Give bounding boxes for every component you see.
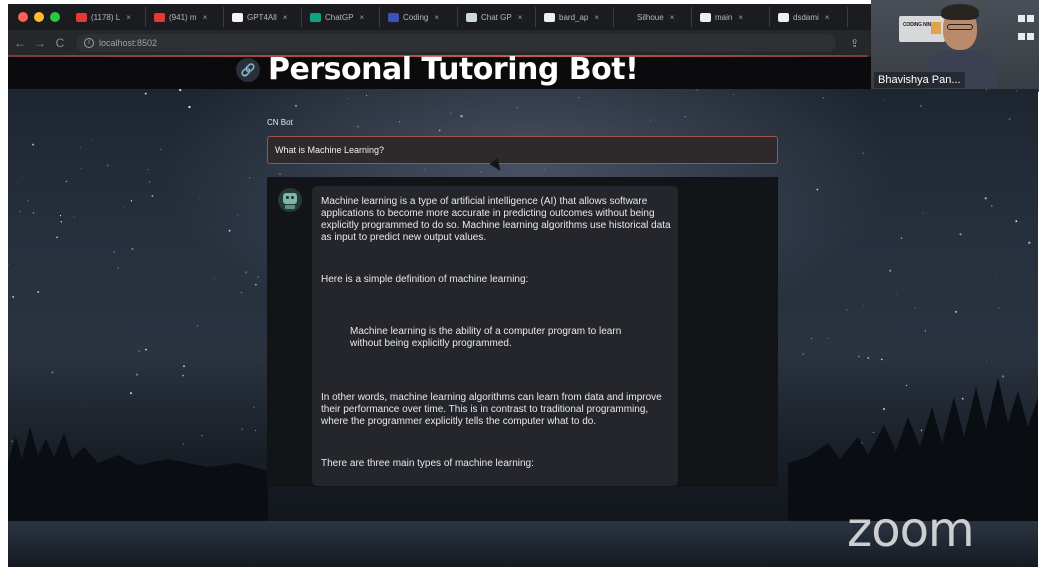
response-quote: Machine learning is the ability of a com… [350, 326, 622, 349]
tab-title: (1178) L [91, 12, 121, 22]
screen-frame: (1178) L × (941) m × GPT4All × ChatGP × Coding × C… [0, 0, 1039, 572]
tab-favicon-icon [466, 12, 477, 22]
reload-icon[interactable]: C [52, 36, 68, 50]
tab-title: ChatGP [325, 12, 354, 22]
tab-favicon-icon [154, 12, 165, 22]
browser-tab[interactable]: main × [694, 7, 770, 27]
tab-close-icon[interactable]: × [283, 13, 288, 22]
gallery-view-icon[interactable] [1017, 10, 1035, 40]
participant-name: Bhavishya Pan... [874, 72, 965, 88]
tab-close-icon[interactable]: × [434, 13, 439, 22]
browser-tab[interactable]: (941) m × [148, 7, 224, 27]
tab-favicon-icon [388, 12, 399, 22]
tab-list: (1178) L × (941) m × GPT4All × ChatGP × Coding × C… [70, 7, 850, 27]
close-window-button[interactable] [18, 12, 28, 22]
video-overlay: CODING NINJAS Bhavishya Pan... [871, 0, 1039, 92]
robot-icon [283, 193, 297, 204]
tab-close-icon[interactable]: × [825, 13, 830, 22]
browser-tab[interactable]: Chat GP × [460, 7, 536, 27]
window-controls [8, 12, 70, 22]
participant-glasses [947, 24, 973, 30]
browser-tab[interactable]: bard_ap × [538, 7, 614, 27]
tab-title: (941) m [169, 12, 197, 22]
back-icon[interactable]: ← [12, 36, 28, 50]
tab-close-icon[interactable]: × [359, 13, 364, 22]
browser-tab[interactable]: ChatGP × [304, 7, 380, 27]
response-paragraph: There are three main types of machine le… [321, 458, 534, 469]
share-icon[interactable]: ⇪ [850, 37, 859, 50]
browser-tab[interactable]: dsdami × [772, 7, 848, 27]
page-title: Personal Tutoring Bot! [268, 52, 639, 87]
tab-close-icon[interactable]: × [738, 13, 743, 22]
background-sign: CODING NINJAS [899, 16, 945, 42]
tab-close-icon[interactable]: × [126, 13, 131, 22]
tab-favicon-icon [76, 12, 87, 22]
tab-title: Silhoue [637, 12, 664, 22]
tab-favicon-icon [622, 12, 633, 22]
browser-tab[interactable]: GPT4All × [226, 7, 302, 27]
tab-title: Chat GP [481, 12, 512, 22]
link-icon[interactable]: 🔗 [236, 58, 260, 82]
url-text: localhost:8502 [99, 38, 158, 48]
tab-close-icon[interactable]: × [670, 13, 675, 22]
tab-title: GPT4All [247, 12, 277, 22]
question-input[interactable] [267, 136, 778, 164]
tab-title: Coding [403, 12, 429, 22]
browser-tab[interactable]: Silhoue × [616, 7, 692, 27]
site-info-icon[interactable]: i [84, 38, 94, 48]
tab-close-icon[interactable]: × [203, 13, 208, 22]
tab-favicon-icon [310, 12, 321, 22]
browser-tab[interactable]: Coding × [382, 7, 458, 27]
tab-favicon-icon [544, 12, 555, 22]
forward-icon[interactable]: → [32, 36, 48, 50]
tab-title: dsdami [793, 12, 819, 22]
tab-favicon-icon [700, 12, 711, 22]
input-label: CN Bot [267, 118, 293, 127]
participant-hair [941, 4, 979, 20]
response-paragraph: Here is a simple definition of machine l… [321, 274, 529, 285]
url-field[interactable]: i localhost:8502 [76, 34, 836, 52]
tab-close-icon[interactable]: × [518, 13, 523, 22]
tab-title: main [715, 12, 733, 22]
response-paragraph: In other words, machine learning algorit… [321, 392, 662, 427]
browser-tab[interactable]: (1178) L × [70, 7, 146, 27]
bot-avatar [278, 188, 302, 212]
tab-favicon-icon [232, 12, 243, 22]
maximize-window-button[interactable] [50, 12, 60, 22]
tab-close-icon[interactable]: × [594, 13, 599, 22]
minimize-window-button[interactable] [34, 12, 44, 22]
response-paragraph: Machine learning is a type of artificial… [321, 196, 671, 243]
zoom-watermark: zoom [847, 502, 975, 558]
tab-title: bard_ap [559, 12, 589, 22]
tab-favicon-icon [778, 12, 789, 22]
